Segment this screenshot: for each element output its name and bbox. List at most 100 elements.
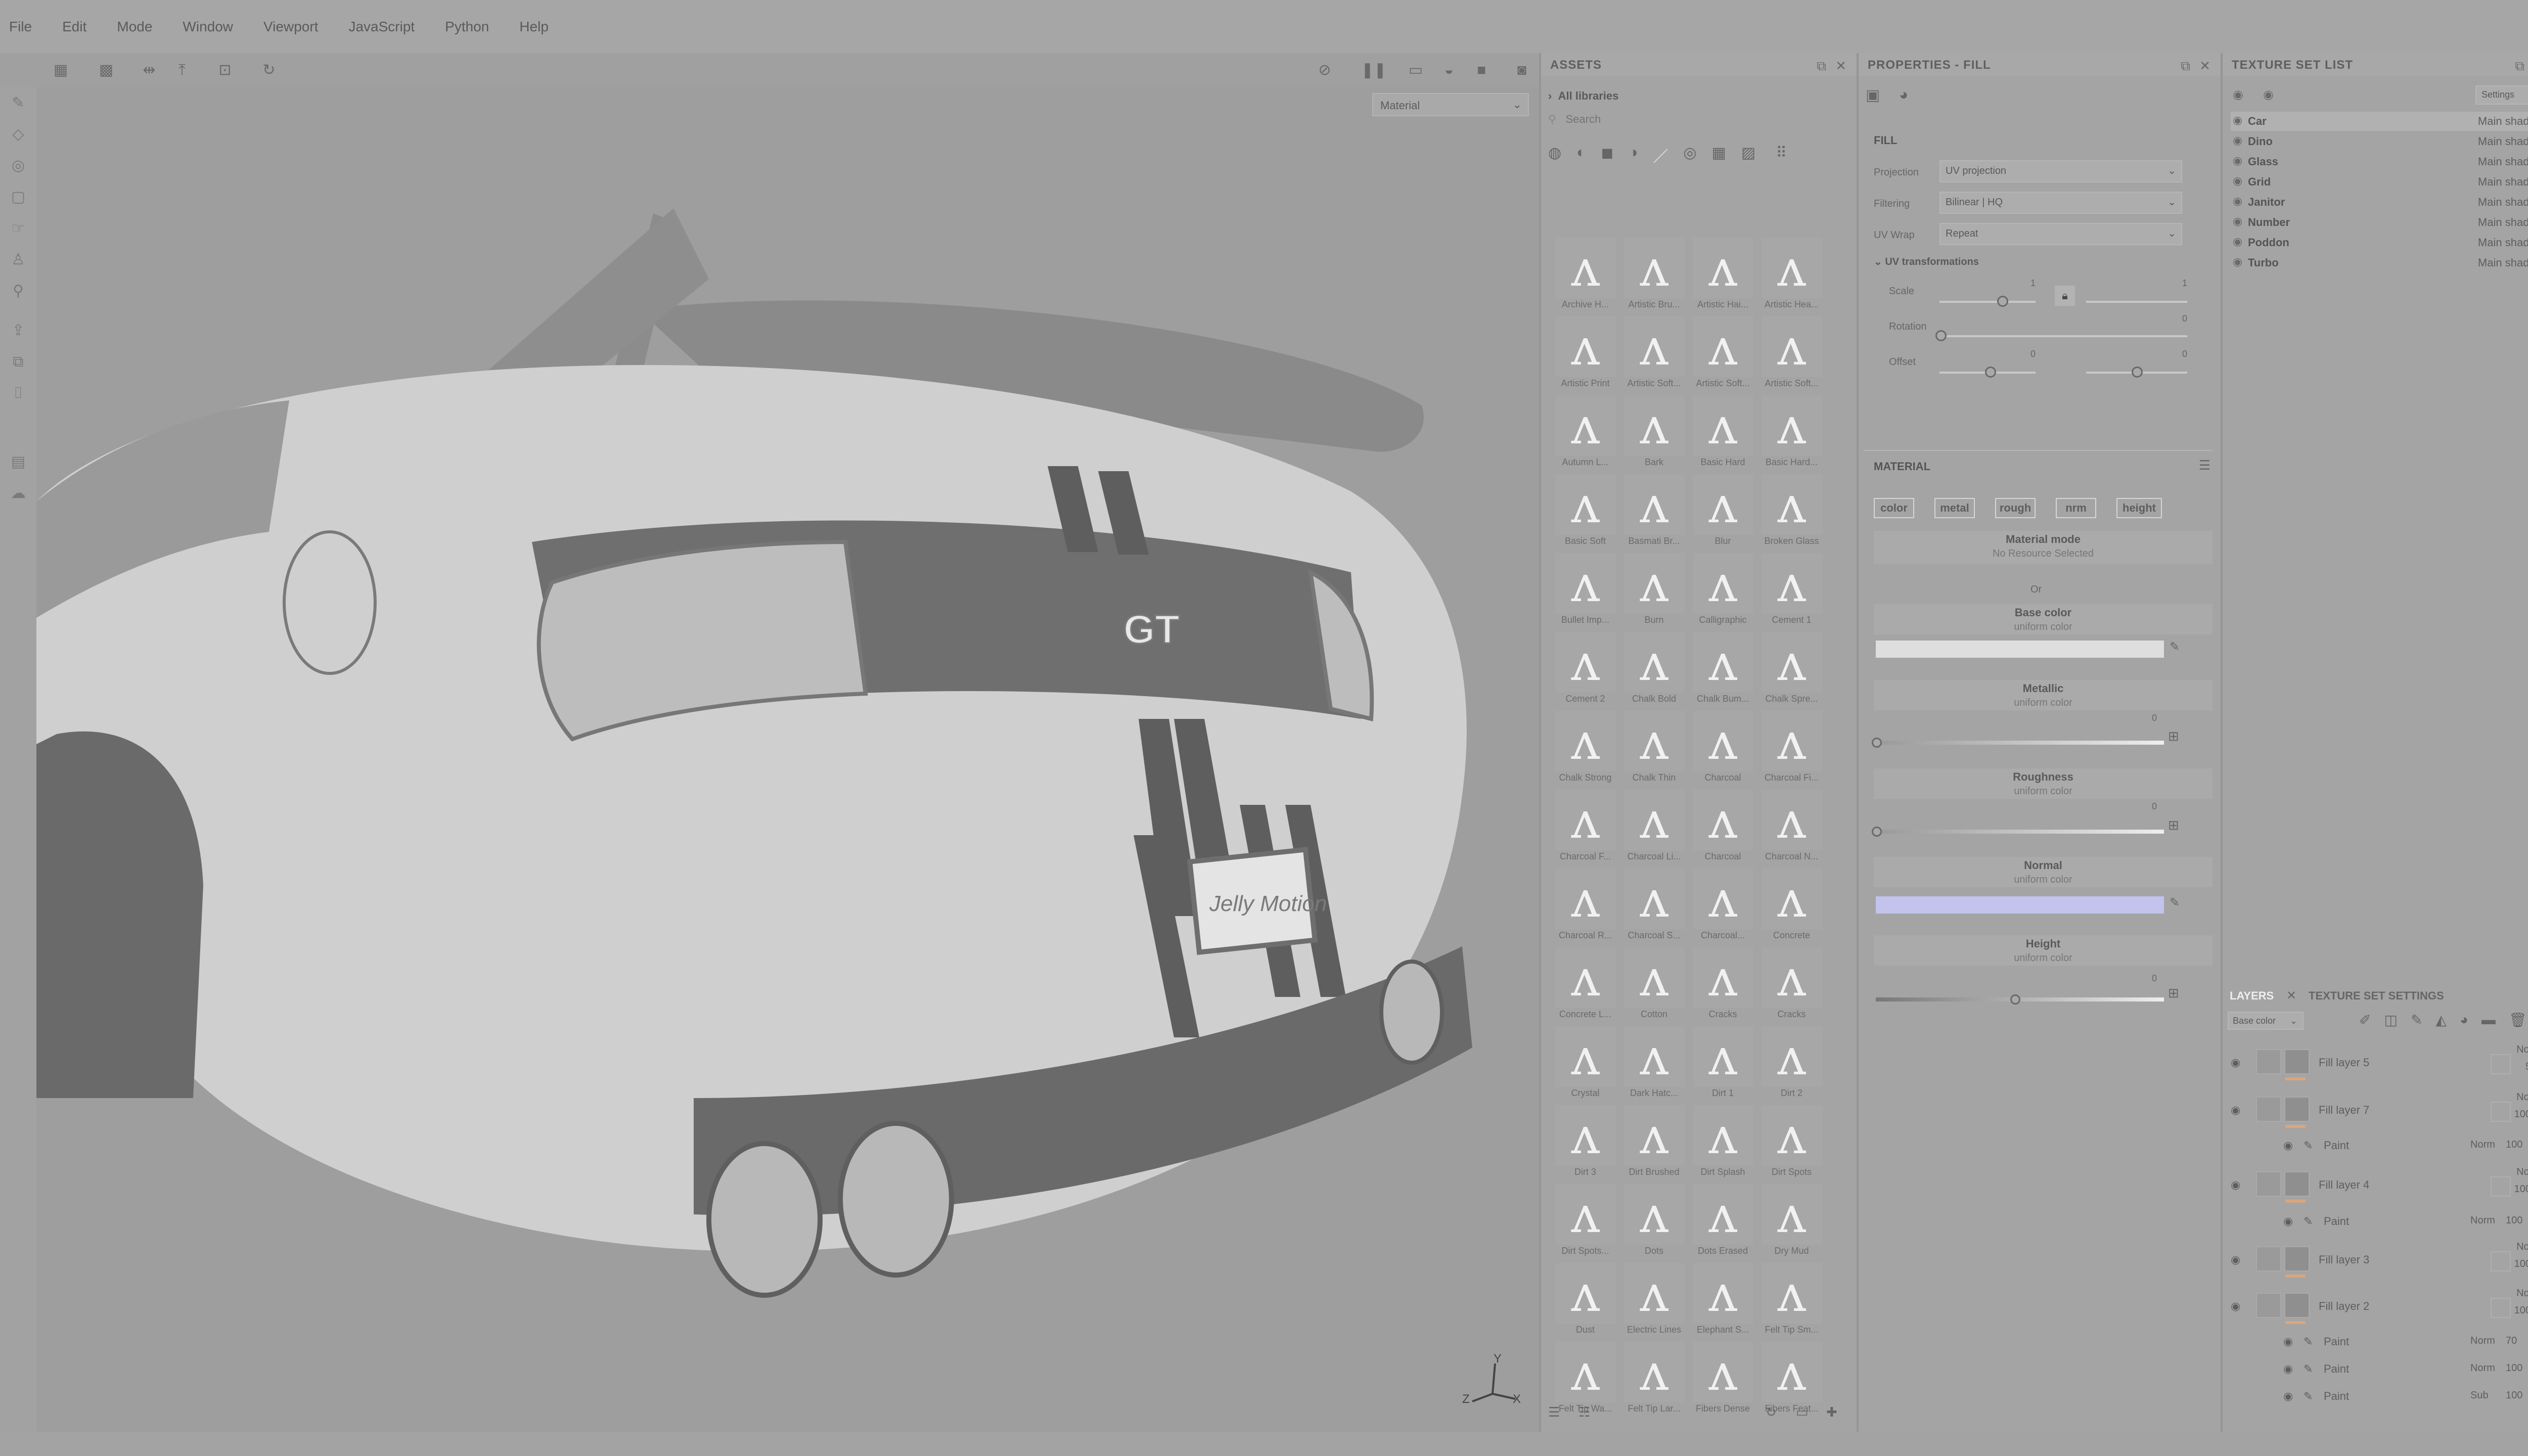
color-picker-icon[interactable]: ⚲ bbox=[7, 280, 29, 302]
library-selector[interactable]: › All libraries bbox=[1548, 89, 1618, 103]
textures-filter-icon[interactable]: ◼ bbox=[1601, 144, 1613, 169]
brush-item[interactable]: ʌ Blur bbox=[1689, 474, 1757, 553]
layer-properties-button[interactable] bbox=[2491, 1054, 2511, 1074]
brush-item[interactable]: ʌ Artistic Print bbox=[1551, 316, 1619, 395]
brush-item[interactable]: ʌ Cotton bbox=[1620, 947, 1688, 1026]
layer-row[interactable]: ◉ Fill layer 7 Norm 100 bbox=[2228, 1086, 2528, 1132]
channel-color-toggle[interactable]: color bbox=[1874, 498, 1914, 518]
eyedropper-icon[interactable]: ✎ bbox=[2170, 895, 2180, 910]
menu-file[interactable]: File bbox=[9, 19, 32, 35]
asset-search[interactable]: ⚲ bbox=[1548, 113, 1831, 133]
camera-icon[interactable]: ■ bbox=[1471, 60, 1492, 80]
undock-icon[interactable]: ⧉ bbox=[1817, 58, 1826, 74]
metallic-handle[interactable] bbox=[1872, 738, 1882, 748]
brush-item[interactable]: ʌ Dirt 2 bbox=[1757, 1026, 1826, 1105]
eye-icon[interactable]: ◉ bbox=[2283, 1215, 2293, 1228]
eraser-icon[interactable]: ◇ bbox=[7, 123, 29, 146]
frame-icon[interactable]: ⊡ bbox=[215, 60, 235, 80]
brush-item[interactable]: ʌ Artistic Soft... bbox=[1620, 316, 1688, 395]
brush-item[interactable]: ʌ Broken Glass bbox=[1757, 474, 1826, 553]
brush-item[interactable]: ʌ Elephant S... bbox=[1689, 1263, 1757, 1342]
brush-item[interactable]: ʌ Charcoal bbox=[1689, 790, 1757, 869]
brush-item[interactable]: ʌ Charcoal Li... bbox=[1620, 790, 1688, 869]
brush-item[interactable]: ʌ Cracks bbox=[1689, 947, 1757, 1026]
shader-label[interactable]: Main shader bbox=[2478, 256, 2528, 269]
offset-u-handle[interactable] bbox=[1985, 367, 1996, 378]
opacity-field[interactable]: 100 bbox=[2514, 1258, 2528, 1270]
brush-item[interactable]: ʌ Chalk Spre... bbox=[1757, 632, 1826, 711]
channel-nrm-toggle[interactable]: nrm bbox=[2056, 498, 2096, 518]
eyedropper-icon[interactable]: ✎ bbox=[2170, 640, 2180, 654]
blend-mode-dropdown[interactable]: Sub bbox=[2470, 1390, 2489, 1401]
eye-icon[interactable]: ◉ bbox=[2231, 1104, 2240, 1117]
particles-filter-icon[interactable]: ◎ bbox=[1683, 144, 1696, 169]
environment-icon[interactable]: ◒ bbox=[1439, 60, 1459, 80]
grid-options-icon[interactable]: ▩ bbox=[96, 60, 116, 80]
brush-item[interactable]: ʌ Chalk Bold bbox=[1620, 632, 1688, 711]
tab-layers[interactable]: LAYERS bbox=[2230, 989, 2274, 1003]
texture-set-row[interactable]: ◉ Car Main shader bbox=[2231, 112, 2528, 131]
brush-item[interactable]: ʌ Artistic Bru... bbox=[1620, 238, 1688, 316]
effect-row[interactable]: ◉✎PaintNorm100✕ bbox=[2253, 1209, 2528, 1234]
eye-icon[interactable]: ◉ bbox=[2231, 1056, 2240, 1069]
details-icon[interactable]: ☷ bbox=[1578, 1404, 1590, 1420]
eye-icon[interactable]: ◉ bbox=[2233, 154, 2242, 167]
brush-item[interactable]: ʌ Bark bbox=[1620, 395, 1688, 474]
eye-icon[interactable]: ◉ bbox=[2233, 87, 2243, 102]
3d-viewport[interactable]: GT Jelly Motion Material ⌄ Y Z X bbox=[36, 87, 1539, 1432]
shader-label[interactable]: Main shader bbox=[2478, 196, 2528, 209]
height-handle[interactable] bbox=[2010, 994, 2020, 1005]
add-icon[interactable]: ✚ bbox=[1826, 1404, 1837, 1420]
close-icon[interactable]: ✕ bbox=[2199, 58, 2210, 74]
screenshot-icon[interactable]: ◙ bbox=[1512, 60, 1532, 80]
opacity-field[interactable]: 100 bbox=[2506, 1390, 2522, 1401]
brush-item[interactable]: ʌ Dirt 3 bbox=[1551, 1105, 1619, 1184]
shader-label[interactable]: Main shader bbox=[2478, 115, 2528, 128]
channel-rough-toggle[interactable]: rough bbox=[1995, 498, 2036, 518]
eye-icon[interactable]: ◉ bbox=[2231, 1178, 2240, 1192]
environments-filter-icon[interactable]: ▨ bbox=[1741, 144, 1755, 169]
channel-dropdown[interactable]: Base color ⌄ bbox=[2228, 1012, 2304, 1030]
shader-label[interactable]: Main shader bbox=[2478, 236, 2528, 249]
clone-icon[interactable]: ♙ bbox=[7, 249, 29, 271]
opacity-field[interactable]: 100 bbox=[2514, 1109, 2528, 1120]
scale-v-slider[interactable] bbox=[2086, 301, 2187, 303]
blend-mode-dropdown[interactable]: Norm bbox=[2516, 1044, 2528, 1056]
menu-javascript[interactable]: JavaScript bbox=[348, 19, 415, 35]
alphas-filter-icon[interactable]: ▦ bbox=[1712, 144, 1726, 169]
material-mode-slot[interactable]: Material mode No Resource Selected bbox=[1874, 531, 2213, 564]
brush-item[interactable]: ʌ Dirt 1 bbox=[1689, 1026, 1757, 1105]
offset-v-handle[interactable] bbox=[2132, 367, 2143, 378]
brush-item[interactable]: ʌ Crystal bbox=[1551, 1026, 1619, 1105]
eye-icon[interactable]: ◉ bbox=[2233, 174, 2242, 188]
shader-label[interactable]: Main shader bbox=[2478, 135, 2528, 148]
add-smart-material-icon[interactable]: ◕ bbox=[2460, 1012, 2468, 1032]
effect-row[interactable]: ◉✎PaintNorm100✕ bbox=[2253, 1133, 2528, 1158]
link-channel-icon[interactable]: ⊞ bbox=[2168, 817, 2179, 833]
symmetry-icon[interactable]: ⇹ bbox=[139, 60, 159, 80]
layer-row[interactable]: ◉ Fill layer 3 Norm 100 bbox=[2228, 1236, 2528, 1282]
roughness-slider[interactable] bbox=[1876, 830, 2164, 834]
delete-layer-icon[interactable]: 🗑︎ bbox=[2509, 1012, 2527, 1032]
brush-item[interactable]: ʌ Electric Lines bbox=[1620, 1263, 1688, 1342]
opacity-field[interactable]: 100 bbox=[2514, 1305, 2528, 1316]
view-icon[interactable]: ▭ bbox=[1406, 60, 1426, 80]
shader-label[interactable]: Main shader bbox=[2478, 216, 2528, 229]
opacity-field[interactable]: 100 bbox=[2506, 1362, 2522, 1374]
link-channel-icon[interactable]: ⊞ bbox=[2168, 729, 2179, 744]
menu-python[interactable]: Python bbox=[445, 19, 489, 35]
opacity-field[interactable]: 70 bbox=[2506, 1335, 2517, 1347]
close-icon[interactable]: ✕ bbox=[2286, 988, 2296, 1003]
brush-item[interactable]: ʌ Basic Hard bbox=[1689, 395, 1757, 474]
brush-item[interactable]: ʌ Dust bbox=[1551, 1263, 1619, 1342]
blend-mode-dropdown[interactable]: Norm bbox=[2470, 1215, 2495, 1226]
metallic-slider[interactable] bbox=[1876, 741, 2164, 745]
selection-icon[interactable]: ⧉ bbox=[7, 351, 29, 373]
eye-icon[interactable]: ◉ bbox=[2233, 114, 2242, 127]
eye-icon[interactable]: ◉ bbox=[2233, 235, 2242, 248]
link-channel-icon[interactable]: ⊞ bbox=[2168, 985, 2179, 1001]
blend-mode-dropdown[interactable]: Norm bbox=[2470, 1362, 2495, 1374]
brush-item[interactable]: ʌ Burn bbox=[1620, 553, 1688, 632]
uvwrap-dropdown[interactable]: Repeat ⌄ bbox=[1939, 223, 2182, 245]
brush-item[interactable]: ʌ Chalk Strong bbox=[1551, 711, 1619, 790]
